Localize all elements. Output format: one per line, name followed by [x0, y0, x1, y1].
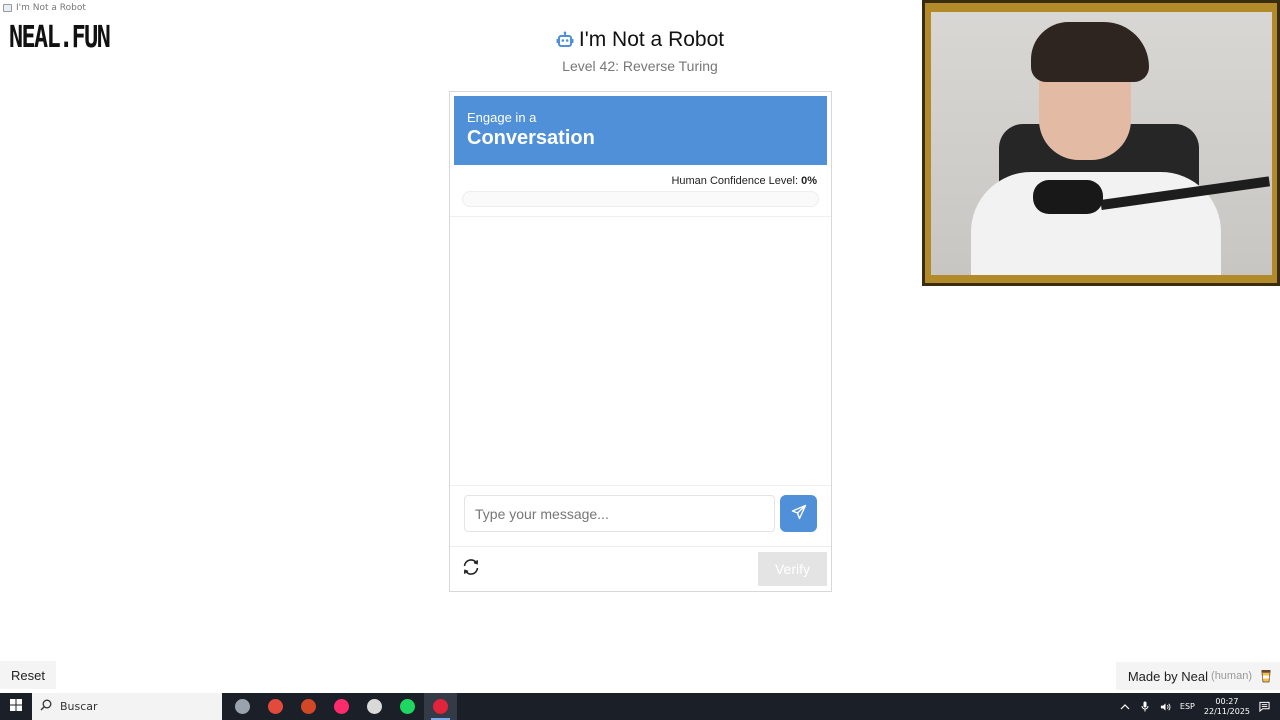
taskbar-apps — [226, 693, 457, 720]
webcam-microphone — [1033, 180, 1103, 214]
coffee-icon — [1260, 669, 1272, 683]
search-label: Buscar — [60, 700, 98, 713]
clock-time: 00:27 — [1215, 696, 1239, 706]
send-button[interactable] — [780, 495, 817, 532]
page-root: I'm Not a Robot NEAL.FUN I'm Not a Robot… — [0, 0, 1280, 720]
taskbar-search[interactable]: Buscar — [32, 693, 222, 720]
search-icon — [40, 699, 52, 714]
robot-icon — [556, 31, 574, 49]
taskbar-app-button[interactable] — [424, 693, 457, 720]
taskbar-app-button[interactable] — [391, 693, 424, 720]
human-tag: (human) — [1211, 670, 1252, 682]
volume-icon[interactable] — [1160, 701, 1171, 712]
confidence-label: Human Confidence Level: 0% — [671, 175, 817, 187]
confidence-progress-bar — [462, 191, 819, 207]
windows-logo-icon — [10, 698, 22, 716]
notifications-icon[interactable] — [1259, 701, 1270, 712]
clock-date: 22/11/2025 — [1203, 706, 1250, 716]
verify-button[interactable]: Verify — [758, 552, 827, 586]
divider — [450, 546, 831, 547]
chevron-up-icon[interactable] — [1120, 701, 1131, 712]
card-header: Engage in a Conversation — [454, 96, 827, 165]
taskbar-app-button[interactable] — [292, 693, 325, 720]
confidence-value: 0% — [801, 175, 817, 187]
webcam-overlay — [922, 0, 1280, 286]
taskbar-clock[interactable]: 00:27 22/11/2025 — [1204, 697, 1250, 717]
system-tray: ESP 00:27 22/11/2025 — [1120, 697, 1280, 717]
taskbar-app-button[interactable] — [259, 693, 292, 720]
taskbar-app-button[interactable] — [226, 693, 259, 720]
chrome-icon — [268, 699, 283, 714]
confidence-label-text: Human Confidence Level: — [671, 175, 799, 187]
card-header-instruction: Engage in a — [467, 110, 537, 125]
app-window-icon — [3, 4, 12, 12]
reset-button[interactable]: Reset — [0, 661, 56, 689]
webcam-feed — [931, 12, 1272, 275]
microphone-icon[interactable] — [1140, 701, 1151, 712]
pinwheel-icon — [367, 699, 382, 714]
shield-icon — [235, 699, 250, 714]
refresh-icon — [461, 557, 481, 580]
windows-taskbar: Buscar ESP 00:27 22/11/2025 — [0, 693, 1280, 720]
window-title-bar: I'm Not a Robot — [3, 2, 86, 14]
tiktok-icon — [334, 699, 349, 714]
webcam-person-hair — [1031, 22, 1149, 82]
refresh-button[interactable] — [460, 557, 482, 579]
conversation-card: Engage in a Conversation Human Confidenc… — [449, 91, 832, 592]
language-indicator[interactable]: ESP — [1180, 702, 1195, 711]
neal-fun-logo[interactable]: NEAL.FUN — [9, 20, 111, 55]
message-input[interactable] — [464, 495, 775, 532]
chat-messages-area[interactable] — [450, 217, 831, 485]
made-by-text: Made by Neal — [1127, 668, 1209, 684]
send-icon — [791, 504, 807, 523]
level-header: I'm Not a Robot Level 42: Reverse Turing — [440, 28, 840, 74]
divider — [450, 485, 831, 486]
level-subtitle: Level 42: Reverse Turing — [562, 58, 718, 74]
page-title: I'm Not a Robot — [578, 28, 725, 51]
window-title: I'm Not a Robot — [16, 3, 86, 13]
spotify-icon — [400, 699, 415, 714]
taskbar-app-button[interactable] — [325, 693, 358, 720]
start-button[interactable] — [0, 693, 32, 720]
card-header-task: Conversation — [467, 127, 595, 149]
taskbar-app-button[interactable] — [358, 693, 391, 720]
made-by-credit[interactable]: Made by Neal (human) — [1115, 662, 1280, 690]
powerpoint-icon — [301, 699, 316, 714]
opera-icon — [433, 699, 448, 714]
